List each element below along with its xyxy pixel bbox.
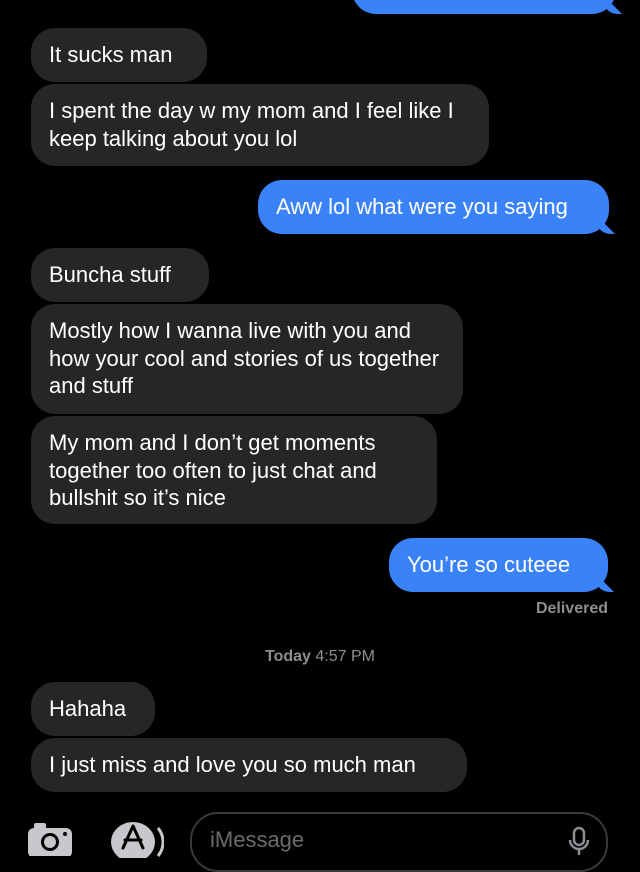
microphone-icon[interactable]	[566, 826, 592, 856]
message-text: Hahaha	[49, 696, 127, 721]
message-text: You’re so cuteee	[407, 552, 571, 577]
message-text: I just miss and love you so much man	[49, 752, 416, 777]
outgoing-message-bubble[interactable]: Aww lol what were you saying	[258, 180, 609, 234]
timestamp-time: 4:57 PM	[315, 648, 375, 665]
message-text: It sucks man	[49, 42, 173, 67]
message-text: Mostly how I wanna live with you and how…	[49, 318, 440, 398]
incoming-message-bubble[interactable]: My mom and I don’t get moments together …	[31, 416, 437, 524]
incoming-message-bubble[interactable]: I spent the day w my mom and I feel like…	[31, 84, 489, 166]
outgoing-bubble-partial[interactable]	[352, 0, 616, 14]
message-text: My mom and I don’t get moments together …	[49, 430, 377, 510]
incoming-message-bubble[interactable]: Mostly how I wanna live with you and how…	[31, 304, 463, 414]
delivered-status: Delivered	[535, 600, 608, 617]
message-timestamp: Today 4:57 PM	[0, 648, 640, 666]
incoming-message-bubble[interactable]: I just miss and love you so much man	[31, 738, 467, 792]
message-text: I spent the day w my mom and I feel like…	[49, 98, 454, 151]
message-text: Buncha stuff	[49, 262, 171, 287]
timestamp-day: Today	[265, 648, 311, 665]
camera-icon[interactable]	[26, 820, 76, 858]
outgoing-message-bubble[interactable]: You’re so cuteee	[389, 538, 608, 592]
message-input-placeholder: iMessage	[210, 827, 305, 852]
app-store-icon[interactable]	[106, 818, 165, 862]
message-text: Aww lol what were you saying	[276, 194, 568, 219]
incoming-message-bubble[interactable]: Buncha stuff	[31, 248, 209, 302]
incoming-message-bubble[interactable]: Hahaha	[31, 682, 155, 736]
incoming-message-bubble[interactable]: It sucks man	[31, 28, 207, 82]
